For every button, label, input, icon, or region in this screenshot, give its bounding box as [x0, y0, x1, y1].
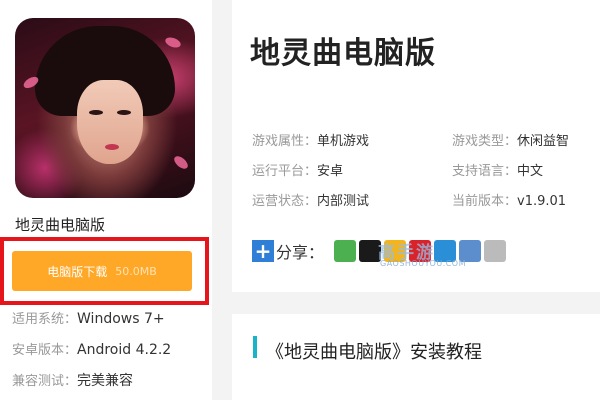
- icon-petal: [171, 153, 191, 172]
- attr-key: 游戏属性：: [252, 134, 318, 149]
- watermark-url: GAOSHOUYOU.COM: [380, 259, 467, 268]
- copy-icon[interactable]: [484, 240, 507, 262]
- meta-system: 适用系统：Windows 7+: [12, 308, 165, 327]
- attr-value: 内部测试: [317, 194, 370, 209]
- icon-lips: [105, 144, 119, 150]
- meta-value: 完美兼容: [77, 373, 134, 389]
- attr-key: 运行平台：: [252, 164, 318, 179]
- section-accent-bar: [253, 336, 257, 358]
- download-button[interactable]: 电脑版下载 50.0MB: [12, 251, 192, 291]
- download-size: 50.0MB: [115, 264, 157, 278]
- attr-value: 安卓: [317, 164, 344, 179]
- meta-android: 安卓版本：Android 4.2.2: [12, 339, 171, 358]
- icon-eye: [89, 110, 103, 115]
- share-label: 分享：: [276, 243, 325, 262]
- share-plus-icon[interactable]: +: [252, 240, 274, 262]
- attr-value: v1.9.01: [517, 194, 567, 209]
- meta-key: 安卓版本：: [12, 343, 78, 358]
- section-title[interactable]: 《地灵曲电脑版》安装教程: [266, 338, 482, 364]
- icon-eye: [117, 110, 131, 115]
- attr-game-type: 游戏类型：休闲益智: [452, 130, 569, 149]
- attr-platform: 运行平台：安卓: [252, 160, 343, 179]
- attr-key: 运营状态：: [252, 194, 318, 209]
- wechat-icon[interactable]: [334, 240, 357, 262]
- attr-version: 当前版本：v1.9.01: [452, 190, 566, 209]
- attr-status: 运营状态：内部测试: [252, 190, 369, 209]
- app-icon-image[interactable]: [15, 18, 195, 198]
- attr-key: 支持语言：: [452, 164, 518, 179]
- meta-value: Android 4.2.2: [77, 342, 172, 358]
- attr-game-property: 游戏属性：单机游戏: [252, 130, 369, 149]
- meta-compat: 兼容测试：完美兼容: [12, 370, 133, 390]
- meta-key: 兼容测试：: [12, 374, 78, 389]
- attr-language: 支持语言：中文: [452, 160, 543, 179]
- page-title: 地灵曲电脑版: [250, 36, 436, 71]
- meta-key: 适用系统：: [12, 312, 78, 327]
- attr-value: 单机游戏: [317, 134, 370, 149]
- icon-petal: [163, 35, 183, 50]
- attr-value: 中文: [517, 164, 544, 179]
- icon-face: [77, 80, 143, 164]
- attr-value: 休闲益智: [517, 134, 570, 149]
- attr-key: 当前版本：: [452, 194, 518, 209]
- download-button-label: 电脑版下载: [47, 264, 108, 279]
- attr-key: 游戏类型：: [452, 134, 518, 149]
- meta-value: Windows 7+: [77, 311, 165, 327]
- app-name: 地灵曲电脑版: [15, 216, 106, 234]
